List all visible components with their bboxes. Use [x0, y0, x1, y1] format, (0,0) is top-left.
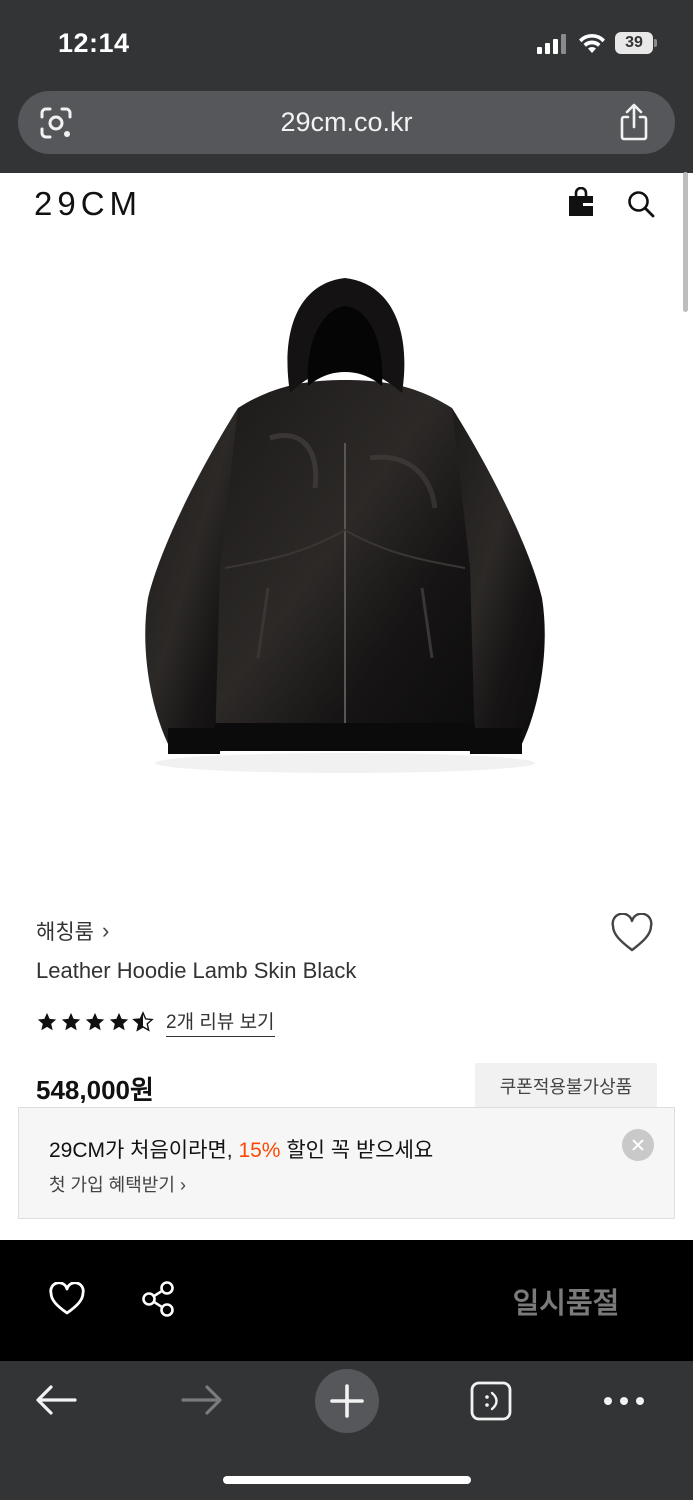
- heart-icon[interactable]: [610, 913, 654, 953]
- chevron-right-icon: ›: [101, 918, 110, 943]
- star-rating: [36, 1011, 154, 1033]
- promo-signup-link[interactable]: 첫 가입 혜택받기 ›: [49, 1171, 186, 1197]
- arrow-right-icon[interactable]: [180, 1383, 224, 1417]
- page-scrollbar[interactable]: [683, 172, 688, 312]
- brand-name: 해칭룸: [36, 921, 94, 944]
- rating-row: 2개 리뷰 보기: [36, 1007, 275, 1037]
- browser-bottom-toolbar: [0, 1361, 693, 1500]
- star-icon: [37, 1012, 57, 1031]
- arrow-left-icon[interactable]: [34, 1383, 78, 1417]
- site-logo[interactable]: 29CM: [34, 185, 142, 223]
- brand-link[interactable]: 해칭룸 ›: [36, 916, 109, 946]
- browser-top-chrome: 12:14 39 29cm.co.kr: [0, 0, 693, 173]
- share-nodes-icon[interactable]: [140, 1280, 176, 1318]
- close-icon[interactable]: [622, 1129, 654, 1161]
- search-icon[interactable]: [626, 189, 656, 219]
- product-price: 548,000원: [36, 1075, 154, 1105]
- half-star-icon: [132, 1011, 154, 1032]
- url-text[interactable]: 29cm.co.kr: [18, 107, 675, 138]
- chevron-right-icon: ›: [179, 1175, 186, 1195]
- cellular-signal-icon: [537, 34, 567, 54]
- promo-discount: 15%: [238, 1139, 281, 1162]
- star-icon: [85, 1012, 105, 1031]
- new-tab-button[interactable]: [315, 1369, 379, 1433]
- review-link[interactable]: 2개 리뷰 보기: [166, 1007, 275, 1037]
- address-bar[interactable]: 29cm.co.kr: [18, 91, 675, 154]
- star-icon: [61, 1012, 81, 1031]
- product-name: Leather Hoodie Lamb Skin Black: [36, 958, 357, 983]
- star-icon: [109, 1012, 129, 1031]
- coupon-badge: 쿠폰적용불가상품: [475, 1063, 657, 1109]
- promo-title: 29CM가 처음이라면, 15% 할인 꼭 받으세요: [49, 1139, 434, 1162]
- plus-icon: [330, 1384, 364, 1418]
- shopping-bag-icon[interactable]: [567, 187, 595, 217]
- product-image[interactable]: [130, 268, 560, 778]
- tabs-icon[interactable]: [470, 1381, 512, 1421]
- share-icon[interactable]: [617, 103, 651, 141]
- home-indicator: [223, 1476, 471, 1484]
- site-header: 29CM: [0, 173, 693, 237]
- purchase-action-bar: 일시품절: [0, 1240, 693, 1361]
- signup-promo-banner[interactable]: 29CM가 처음이라면, 15% 할인 꼭 받으세요 첫 가입 혜택받기 ›: [18, 1107, 675, 1219]
- soldout-button[interactable]: 일시품절: [470, 1240, 662, 1361]
- battery-icon: 39: [615, 32, 657, 54]
- heart-icon[interactable]: [48, 1282, 86, 1316]
- battery-level: 39: [615, 32, 653, 54]
- status-time: 12:14: [58, 28, 130, 58]
- wifi-icon: [579, 33, 605, 53]
- more-dots-icon[interactable]: [602, 1395, 646, 1407]
